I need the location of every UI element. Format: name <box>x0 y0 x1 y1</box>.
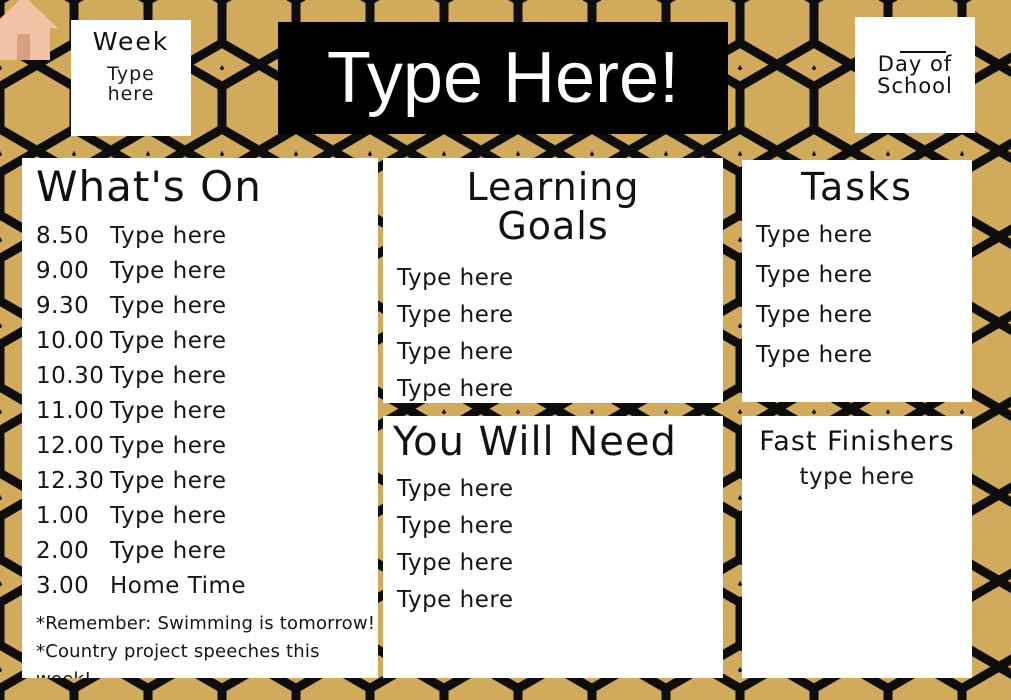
schedule-time: 12.00 <box>36 432 105 459</box>
schedule-row[interactable]: 12.00 Type here <box>36 429 378 464</box>
whats-on-heading: What's On <box>36 162 262 211</box>
whats-on-notes: *Remember: Swimming is tomorrow! *Country… <box>22 610 378 678</box>
schedule-time: 3.00 <box>36 572 90 599</box>
schedule-row[interactable]: 3.00 Home Time <box>36 569 378 604</box>
schedule-entry[interactable]: Type here <box>110 359 226 394</box>
week-card-line2: here <box>107 83 155 105</box>
whats-on-note[interactable]: *Country project speeches this week! <box>36 638 378 678</box>
whiteboard-template: Week Type here Type Here! Day of School … <box>0 0 1011 700</box>
you-will-need-heading: You Will Need <box>393 419 677 465</box>
learning-goal-item[interactable]: Type here <box>397 371 723 404</box>
learning-goal-item[interactable]: Type here <box>397 334 723 371</box>
panel-whats-on: What's On 8.50 Type here 9.00 Type here 9.30… <box>22 158 378 678</box>
schedule-entry[interactable]: Type here <box>110 429 226 464</box>
schedule-time: 1.00 <box>36 502 90 529</box>
schedule-time: 10.00 <box>36 327 105 354</box>
learning-goals-heading: Learning Goals <box>383 158 723 246</box>
schedule-entry[interactable]: Type here <box>110 254 226 289</box>
schedule-entry[interactable]: Type here <box>110 219 226 254</box>
learning-goals-heading-line1: Learning <box>466 165 640 209</box>
week-card[interactable]: Week Type here <box>71 20 191 136</box>
day-of-school-line1: Day of <box>877 50 953 76</box>
schedule-row[interactable]: 10.00 Type here <box>36 324 378 359</box>
schedule-entry[interactable]: Type here <box>110 499 226 534</box>
panel-fast-finishers: Fast Finishers type here <box>742 416 972 678</box>
schedule-entry[interactable]: Type here <box>110 394 226 429</box>
schedule-time: 8.50 <box>36 222 90 249</box>
schedule-row[interactable]: 2.00 Type here <box>36 534 378 569</box>
schedule-entry[interactable]: Type here <box>110 324 226 359</box>
you-will-need-item[interactable]: Type here <box>397 545 723 582</box>
task-item[interactable]: Type here <box>756 255 972 295</box>
learning-goal-item[interactable]: Type here <box>397 260 723 297</box>
schedule-entry[interactable]: Type here <box>110 464 226 499</box>
house-icon <box>0 0 58 60</box>
title-banner[interactable]: Type Here! <box>278 22 728 134</box>
schedule-entry[interactable]: Type here <box>110 534 226 569</box>
schedule-entry[interactable]: Home Time <box>110 569 246 604</box>
schedule-time: 12.30 <box>36 467 105 494</box>
task-item[interactable]: Type here <box>756 295 972 335</box>
learning-goals-list: Type here Type here Type here Type here <box>383 260 723 404</box>
panel-you-will-need: You Will Need Type here Type here Type her… <box>383 416 723 678</box>
whats-on-schedule: 8.50 Type here 9.00 Type here 9.30 Type here 1… <box>22 219 378 604</box>
schedule-row[interactable]: 12.30 Type here <box>36 464 378 499</box>
learning-goal-item[interactable]: Type here <box>397 297 723 334</box>
tasks-heading: Tasks <box>801 165 913 209</box>
schedule-row[interactable]: 1.00 Type here <box>36 499 378 534</box>
fast-finishers-input-placeholder[interactable]: type here <box>742 462 972 492</box>
fast-finishers-heading: Fast Finishers <box>759 426 955 457</box>
schedule-row[interactable]: 11.00 Type here <box>36 394 378 429</box>
schedule-time: 11.00 <box>36 397 105 424</box>
schedule-row[interactable]: 9.00 Type here <box>36 254 378 289</box>
you-will-need-item[interactable]: Type here <box>397 508 723 545</box>
week-card-title: Week <box>92 27 170 56</box>
schedule-time: 2.00 <box>36 537 90 564</box>
day-of-school-line1-text: Day of <box>877 51 953 76</box>
you-will-need-list: Type here Type here Type here Type here <box>383 471 723 619</box>
week-card-input-placeholder[interactable]: Type here <box>71 64 191 104</box>
schedule-row[interactable]: 8.50 Type here <box>36 219 378 254</box>
page-title: Type Here! <box>326 38 680 118</box>
task-item[interactable]: Type here <box>756 335 972 375</box>
fill-in-blank-line <box>899 50 946 53</box>
week-card-line1: Type <box>107 63 155 85</box>
learning-goals-heading-line2: Goals <box>497 203 609 248</box>
schedule-time: 9.30 <box>36 292 90 319</box>
panel-learning-goals: Learning Goals Type here Type here Type he… <box>383 158 723 403</box>
you-will-need-item[interactable]: Type here <box>397 471 723 508</box>
day-of-school-card[interactable]: Day of School <box>855 17 975 133</box>
schedule-time: 10.30 <box>36 362 105 389</box>
tasks-list: Type here Type here Type here Type here <box>742 215 972 375</box>
you-will-need-item[interactable]: Type here <box>397 582 723 619</box>
panel-tasks: Tasks Type here Type here Type here Type he… <box>742 160 972 402</box>
schedule-row[interactable]: 10.30 Type here <box>36 359 378 394</box>
schedule-row[interactable]: 9.30 Type here <box>36 289 378 324</box>
task-item[interactable]: Type here <box>756 215 972 255</box>
schedule-entry[interactable]: Type here <box>110 289 226 324</box>
schedule-time: 9.00 <box>36 257 90 284</box>
day-of-school-line2: School <box>877 73 953 98</box>
whats-on-note[interactable]: *Remember: Swimming is tomorrow! <box>36 610 378 638</box>
